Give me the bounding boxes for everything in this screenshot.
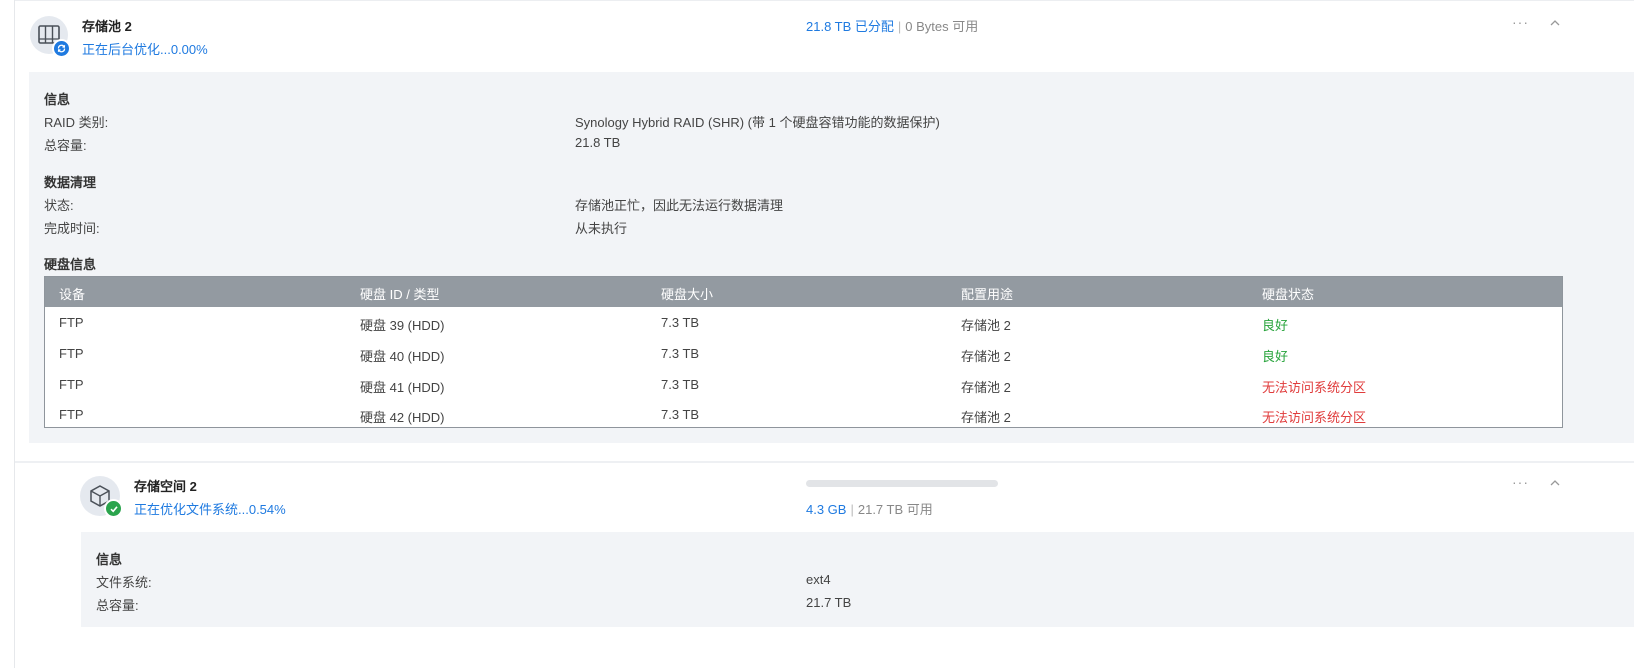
- volume-info-heading: 信息: [96, 552, 123, 567]
- column-header-device[interactable]: 设备: [59, 284, 85, 303]
- volume-available: 21.7 TB 可用: [857, 502, 933, 517]
- table-row[interactable]: FTP 硬盘 40 (HDD) 7.3 TB 存储池 2 良好: [45, 338, 1562, 369]
- more-icon: ···: [1512, 14, 1529, 30]
- volume-capacity-label: 总容量:: [96, 598, 139, 613]
- disk-size: 7.3 TB: [661, 346, 700, 361]
- disk-size: 7.3 TB: [661, 377, 700, 392]
- volume-title: 存储空间 2: [134, 479, 197, 494]
- volume-detail-box: [81, 532, 1634, 627]
- raid-label: RAID 类别:: [44, 115, 109, 130]
- disk-size: 7.3 TB: [661, 407, 700, 422]
- volume-more-button[interactable]: ···: [1512, 474, 1529, 490]
- pool-capacity-value: 21.8 TB: [575, 135, 621, 150]
- disk-status: 良好: [1262, 349, 1289, 364]
- pool-info-heading: 信息: [44, 92, 71, 107]
- disk-table-header: 设备 硬盘 ID / 类型 硬盘大小 配置用途 硬盘状态: [45, 277, 1562, 307]
- raid-value: Synology Hybrid RAID (SHR) (带 1 个硬盘容错功能的…: [575, 115, 940, 130]
- sync-icon: [52, 39, 71, 58]
- fs-label: 文件系统:: [96, 575, 152, 590]
- pool-capacity-label: 总容量:: [44, 138, 87, 153]
- disk-id: 硬盘 40 (HDD): [360, 349, 445, 364]
- disk-device: FTP: [59, 346, 84, 361]
- volume-collapse-button[interactable]: [1549, 476, 1561, 494]
- column-header-disk-size[interactable]: 硬盘大小: [661, 284, 713, 303]
- disk-info-heading: 硬盘信息: [44, 257, 97, 272]
- scrub-heading: 数据清理: [44, 175, 97, 190]
- volume-usage-bar: [806, 480, 998, 487]
- fs-value: ext4: [806, 572, 831, 587]
- scrub-time-value: 从未执行: [575, 221, 628, 236]
- disk-id: 硬盘 41 (HDD): [360, 380, 445, 395]
- pool-available: 0 Bytes 可用: [905, 19, 979, 34]
- disk-usage: 存储池 2: [961, 410, 1011, 425]
- more-icon: ···: [1512, 474, 1529, 490]
- scrub-status-value: 存储池正忙，因此无法运行数据清理: [575, 198, 784, 213]
- volume-used: 4.3 GB: [806, 502, 847, 517]
- section-divider: [15, 461, 1634, 463]
- disk-size: 7.3 TB: [661, 315, 700, 330]
- table-row[interactable]: FTP 硬盘 42 (HDD) 7.3 TB 存储池 2 无法访问系统分区: [45, 399, 1562, 430]
- chevron-up-icon: [1550, 480, 1560, 486]
- volume-status: 正在优化文件系统...0.54%: [134, 502, 286, 517]
- left-rail: [0, 0, 15, 668]
- disk-device: FTP: [59, 407, 84, 422]
- disk-table: 设备 硬盘 ID / 类型 硬盘大小 配置用途 硬盘状态 FTP 硬盘 39 (…: [44, 276, 1563, 428]
- chevron-up-icon: [1550, 20, 1560, 26]
- column-header-status[interactable]: 硬盘状态: [1262, 284, 1314, 303]
- pool-allocated: 21.8 TB 已分配: [806, 19, 894, 34]
- disk-usage: 存储池 2: [961, 318, 1011, 333]
- table-row[interactable]: FTP 硬盘 41 (HDD) 7.3 TB 存储池 2 无法访问系统分区: [45, 369, 1562, 400]
- column-header-usage[interactable]: 配置用途: [961, 284, 1013, 303]
- pool-status: 正在后台优化...0.00%: [82, 42, 208, 57]
- pool-title: 存储池 2: [82, 19, 132, 34]
- check-icon: [104, 499, 123, 518]
- volume-capacity-value: 21.7 TB: [806, 595, 852, 610]
- disk-id: 硬盘 42 (HDD): [360, 410, 445, 425]
- disk-status: 无法访问系统分区: [1262, 380, 1367, 395]
- disk-status: 无法访问系统分区: [1262, 410, 1367, 425]
- disk-status: 良好: [1262, 318, 1289, 333]
- scrub-time-label: 完成时间:: [44, 221, 100, 236]
- volume-usage: 4.3 GB | 21.7 TB 可用: [806, 502, 933, 517]
- disk-device: FTP: [59, 315, 84, 330]
- table-row[interactable]: FTP 硬盘 39 (HDD) 7.3 TB 存储池 2 良好: [45, 307, 1562, 338]
- pool-more-button[interactable]: ···: [1512, 14, 1529, 30]
- disk-usage: 存储池 2: [961, 380, 1011, 395]
- column-header-disk-id[interactable]: 硬盘 ID / 类型: [360, 284, 439, 303]
- scrub-status-label: 状态:: [44, 198, 74, 213]
- disk-device: FTP: [59, 377, 84, 392]
- disk-usage: 存储池 2: [961, 349, 1011, 364]
- pool-collapse-button[interactable]: [1549, 16, 1561, 34]
- pool-allocation: 21.8 TB 已分配 | 0 Bytes 可用: [806, 19, 979, 34]
- disk-id: 硬盘 39 (HDD): [360, 318, 445, 333]
